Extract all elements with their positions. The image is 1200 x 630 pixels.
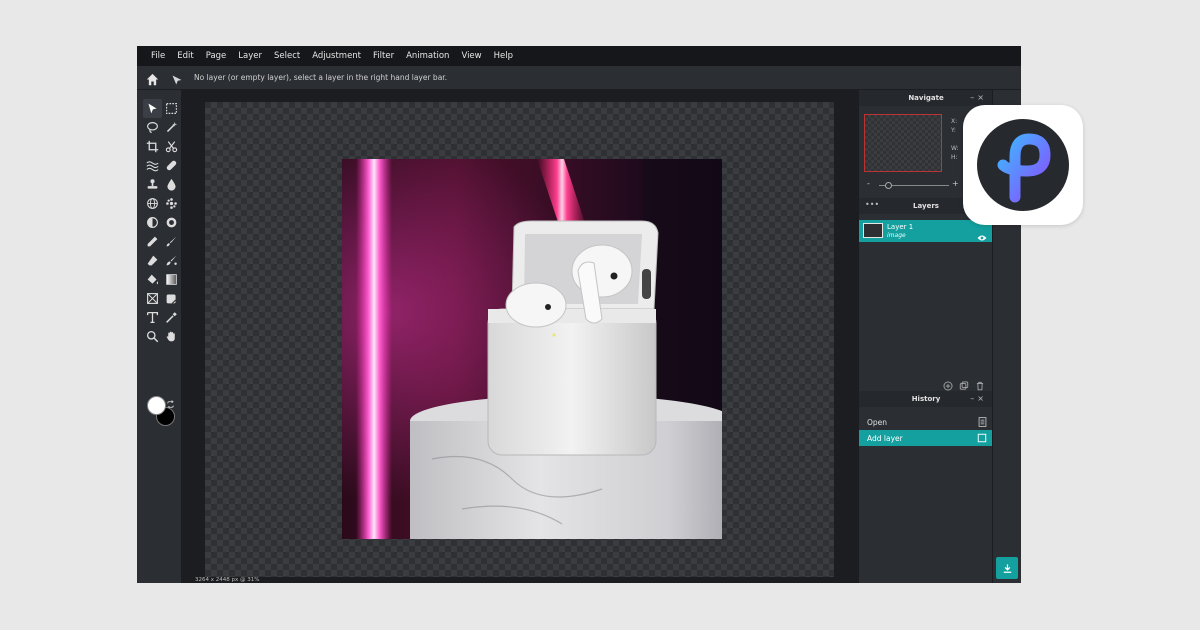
menu-filter[interactable]: Filter <box>373 51 394 61</box>
heal-tool-icon[interactable] <box>162 156 181 175</box>
nav-w-label: W: <box>951 145 959 152</box>
blur-tool-icon[interactable] <box>162 175 181 194</box>
dodge-burn-tool-icon[interactable] <box>143 213 162 232</box>
canvas-image[interactable] <box>342 159 722 539</box>
navigate-title: Navigate <box>908 94 944 102</box>
duplicate-layer-icon[interactable] <box>959 376 969 390</box>
menu-adjustment[interactable]: Adjustment <box>312 51 361 61</box>
history-item-add-layer[interactable]: Add layer <box>859 430 993 446</box>
navigate-panel-header: Navigate –× <box>859 90 993 106</box>
zoom-in-button[interactable]: + <box>952 179 959 188</box>
zoom-out-button[interactable]: - <box>867 179 870 188</box>
menu-select[interactable]: Select <box>274 51 300 61</box>
history-panel-header: History –× <box>859 391 993 407</box>
menu-layer[interactable]: Layer <box>238 51 262 61</box>
cutout-tool-icon[interactable] <box>162 137 181 156</box>
menu-page[interactable]: Page <box>206 51 227 61</box>
home-icon[interactable] <box>146 71 159 90</box>
pointer-icon <box>171 71 183 90</box>
marquee-tool-icon[interactable] <box>162 99 181 118</box>
zoom-tool-icon[interactable] <box>143 327 162 346</box>
history-title: History <box>911 395 941 403</box>
layer-actions <box>943 376 985 391</box>
menu-bar: File Edit Page Layer Select Adjustment F… <box>137 46 1021 66</box>
download-icon <box>1003 563 1011 573</box>
navigator-thumbnail[interactable] <box>864 114 942 172</box>
zoom-slider-handle[interactable] <box>885 182 892 189</box>
nav-x-label: X: <box>951 118 958 125</box>
hand-tool-icon[interactable] <box>162 327 181 346</box>
history-item-open[interactable]: Open <box>859 414 993 430</box>
nav-h-label: H: <box>951 154 958 161</box>
add-layer-icon[interactable] <box>943 376 953 391</box>
liquify-tool-icon[interactable] <box>143 156 162 175</box>
layer-thumbnail <box>863 223 883 238</box>
text-tool-icon[interactable] <box>143 308 162 327</box>
options-hint: No layer (or empty layer), select a laye… <box>194 73 448 82</box>
sticker-tool-icon[interactable] <box>162 289 181 308</box>
bloat-tool-icon[interactable] <box>162 194 181 213</box>
fill-tool-icon[interactable] <box>143 270 162 289</box>
panel-window-controls[interactable]: –× <box>970 93 987 102</box>
eyedropper-tool-icon[interactable] <box>162 308 181 327</box>
history-window-controls[interactable]: –× <box>970 394 987 403</box>
document-icon <box>978 417 987 429</box>
clone-stamp-tool-icon[interactable] <box>143 175 162 194</box>
magic-wand-tool-icon[interactable] <box>162 118 181 137</box>
airpods-photo <box>342 159 722 539</box>
gradient-tool-icon[interactable] <box>162 270 181 289</box>
canvas-transparency[interactable] <box>205 102 834 577</box>
eraser-tool-icon[interactable] <box>143 251 162 270</box>
layer-square-icon <box>977 433 987 445</box>
color-replace-tool-icon[interactable] <box>162 251 181 270</box>
menu-animation[interactable]: Animation <box>406 51 449 61</box>
options-bar: No layer (or empty layer), select a laye… <box>137 66 1021 90</box>
crop-tool-icon[interactable] <box>143 137 162 156</box>
brush-tool-icon[interactable] <box>162 232 181 251</box>
lasso-tool-icon[interactable] <box>143 118 162 137</box>
layers-menu-icon[interactable]: ••• <box>865 200 879 209</box>
workspace: 3264 x 2448 px @ 31% <box>181 90 858 583</box>
menu-file[interactable]: File <box>151 51 165 61</box>
menu-edit[interactable]: Edit <box>177 51 193 61</box>
editor-window: File Edit Page Layer Select Adjustment F… <box>137 46 1021 583</box>
sponge-tool-icon[interactable] <box>162 213 181 232</box>
tool-bar <box>137 90 181 583</box>
menu-view[interactable]: View <box>461 51 481 61</box>
layer-name: Layer 1 <box>887 223 914 231</box>
download-button[interactable] <box>996 557 1018 579</box>
delete-layer-icon[interactable] <box>975 376 985 391</box>
image-info: 3264 x 2448 px @ 31% <box>195 577 260 583</box>
history-item-label: Open <box>867 417 888 427</box>
globe-tool-icon[interactable] <box>143 194 162 213</box>
arrange-tool-icon[interactable] <box>143 99 162 118</box>
layers-title: Layers <box>913 202 939 210</box>
history-item-label: Add layer <box>867 433 903 443</box>
nav-y-label: Y: <box>951 127 956 134</box>
eye-icon[interactable] <box>977 227 987 246</box>
layer-type: image <box>887 232 906 239</box>
foreground-color-swatch[interactable] <box>147 396 166 415</box>
pixlr-logo-icon <box>963 105 1083 225</box>
pencil-tool-icon[interactable] <box>143 232 162 251</box>
menu-help[interactable]: Help <box>494 51 513 61</box>
shape-tool-icon[interactable] <box>143 289 162 308</box>
